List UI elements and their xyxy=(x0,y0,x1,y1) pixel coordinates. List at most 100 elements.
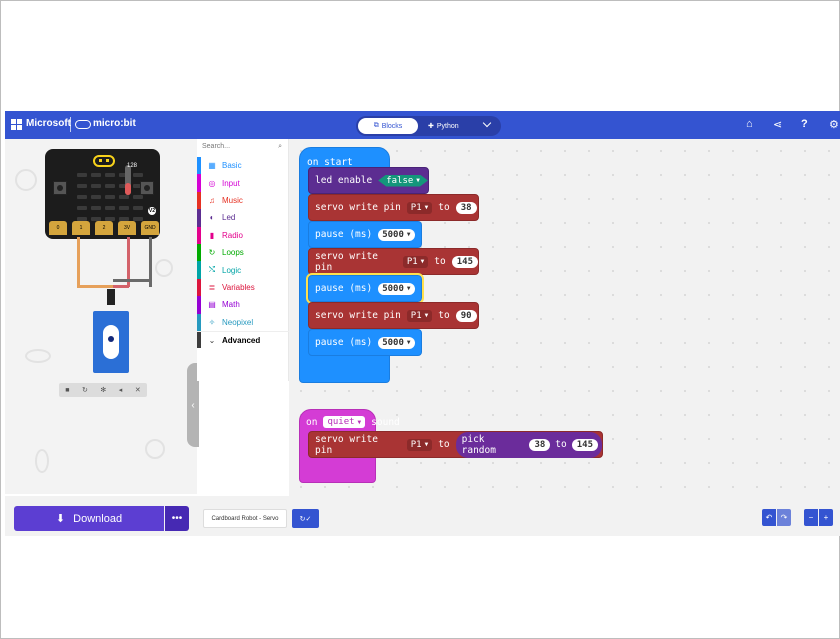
servo-angle-input[interactable]: 90 xyxy=(455,309,477,322)
microbit-brand[interactable]: micro:bit xyxy=(93,118,136,129)
sound-event-dropdown[interactable]: quiet ▼ xyxy=(323,416,366,428)
shuffle-icon: ⤭ xyxy=(208,265,216,275)
led-enable-block[interactable]: led enable false ▼ xyxy=(308,167,429,194)
microbit-board[interactable]: 128 0 1 2 3V GND V2 xyxy=(45,149,160,239)
toolbox-category-basic[interactable]: ▦ Basic xyxy=(197,157,289,175)
undo-icon: ↶ xyxy=(765,513,773,522)
pin-dropdown[interactable]: P1 ▼ xyxy=(406,309,433,322)
editor-toggle: ⧉ Blocks ✚ Python xyxy=(356,116,501,136)
servo-write-block[interactable]: servo write pin P1 ▼ to 90 xyxy=(308,302,479,329)
dropdown-caret-icon: ▼ xyxy=(424,441,429,448)
pin-dropdown[interactable]: P1 ▼ xyxy=(402,255,429,268)
pause-block[interactable]: pause (ms) 5000 ▼ xyxy=(308,329,422,356)
pin[interactable]: 1 xyxy=(72,221,90,235)
toolbox-category-logic[interactable]: ⤭ Logic xyxy=(197,261,289,279)
zoom-out-button[interactable]: − xyxy=(804,509,818,526)
background-doodle xyxy=(145,439,165,459)
boolean-dropdown[interactable]: false ▼ xyxy=(378,175,428,187)
more-options-button[interactable]: ••• xyxy=(165,506,189,531)
tab-python[interactable]: ✚ Python xyxy=(428,118,473,134)
dropdown-caret-icon: ▼ xyxy=(406,285,411,292)
pause-duration-value: 5000 xyxy=(382,337,404,348)
toolbox-category-loops[interactable]: ↻ Loops xyxy=(197,244,289,262)
face-logo-icon[interactable] xyxy=(93,155,115,167)
edge-pins: 0 1 2 3V GND xyxy=(49,221,159,235)
language-dropdown-icon[interactable] xyxy=(482,118,492,128)
toolbox-category-neopixel[interactable]: ✧ Neopixel xyxy=(197,313,289,331)
pin[interactable]: 0 xyxy=(49,221,67,235)
background-doodle xyxy=(15,169,37,191)
redo-button[interactable]: ↷ xyxy=(777,509,791,526)
servo-angle-input[interactable]: 38 xyxy=(455,201,477,214)
toolbox-category-variables[interactable]: ≣ Variables xyxy=(197,278,289,297)
toolbox-category-music[interactable]: ♫ Music xyxy=(197,191,289,210)
download-button[interactable]: ⬇ Download xyxy=(14,506,164,531)
screenshot-frame: Microsoft micro:bit ⧉ Blocks ✚ Python ⌂ … xyxy=(0,0,840,639)
button-a[interactable] xyxy=(53,181,67,195)
pin-dropdown[interactable]: P1 ▼ xyxy=(406,438,433,451)
pause-block[interactable]: pause (ms) 5000 ▼ xyxy=(308,221,422,248)
on-sound-header: on quiet ▼ sound xyxy=(306,416,400,428)
search-icon[interactable]: ⌕ xyxy=(278,143,282,151)
random-to-input[interactable]: 145 xyxy=(571,438,598,451)
random-to-label: to xyxy=(555,439,567,450)
pick-random-block[interactable]: pick random 38 to 145 xyxy=(455,431,602,458)
servo-write-block[interactable]: servo write pin P1 ▼ to 38 xyxy=(308,194,479,221)
calculator-icon: ▤ xyxy=(208,300,216,310)
pin[interactable]: 2 xyxy=(95,221,113,235)
pin-dropdown[interactable]: P1 ▼ xyxy=(406,201,433,214)
pin[interactable]: GND xyxy=(141,221,159,235)
tab-blocks[interactable]: ⧉ Blocks xyxy=(358,118,418,134)
toolbox-category-radio[interactable]: ▮ Radio xyxy=(197,226,289,244)
tab-blocks-label: Blocks xyxy=(381,122,403,130)
pick-random-label: pick random xyxy=(461,433,496,456)
servo-write-block[interactable]: servo write pin P1 ▼ to 145 xyxy=(308,248,479,275)
random-from-input[interactable]: 38 xyxy=(529,438,551,451)
toolbox-search-placeholder: Search... xyxy=(202,143,231,150)
github-save-icon: ↻✓ xyxy=(299,515,312,523)
dropdown-caret-icon: ▼ xyxy=(357,418,362,426)
home-icon[interactable]: ⌂ xyxy=(746,118,753,130)
mute-icon[interactable]: ◂ xyxy=(119,386,123,394)
temperature-value: 128 xyxy=(127,163,138,169)
toolbox-category-advanced[interactable]: ⌄ Advanced xyxy=(197,331,289,349)
toolbox-category-led[interactable]: ◐ Led xyxy=(197,209,289,227)
toggle-icon: ◐ xyxy=(209,213,215,223)
servo-write-random-block[interactable]: servo write pin P1 ▼ to pick random 38 to… xyxy=(308,431,603,458)
blocks-icon: ⧉ xyxy=(373,122,379,129)
pause-duration-dropdown[interactable]: 5000 ▼ xyxy=(378,336,415,349)
toolbox-search[interactable]: Search... ⌕ xyxy=(202,143,282,155)
button-b[interactable] xyxy=(140,181,154,195)
share-icon[interactable]: ⋖ xyxy=(773,118,782,131)
slowmo-icon[interactable]: ✻ xyxy=(100,386,106,394)
help-icon[interactable]: ? xyxy=(801,118,808,130)
undo-button[interactable]: ↶ xyxy=(762,509,776,526)
temperature-slider[interactable] xyxy=(125,165,131,195)
pause-block[interactable]: pause (ms) 5000 ▼ xyxy=(306,273,424,304)
dropdown-caret-icon: ▼ xyxy=(416,177,420,184)
signal-icon: ▮ xyxy=(209,230,215,240)
settings-icon[interactable]: ⚙ xyxy=(829,118,839,131)
toolbox-category-math[interactable]: ▤ Math xyxy=(197,296,289,314)
category-color-bar xyxy=(197,226,201,244)
zoom-in-button[interactable]: + xyxy=(819,509,833,526)
background-doodle xyxy=(25,349,51,363)
save-button[interactable]: ↻✓ xyxy=(292,509,319,528)
toolbox-category-input[interactable]: ◎ Input xyxy=(197,174,289,192)
category-color-bar xyxy=(197,174,201,192)
project-name-input[interactable]: Cardboard Robot - Servo xyxy=(203,509,287,528)
restart-icon[interactable]: ↻ xyxy=(82,386,88,394)
fullscreen-icon[interactable]: ✕ xyxy=(135,386,141,394)
pin[interactable]: 3V xyxy=(118,221,136,235)
pause-duration-dropdown[interactable]: 5000 ▼ xyxy=(378,282,415,295)
servo-angle-input[interactable]: 145 xyxy=(451,255,478,268)
background-doodle xyxy=(35,449,49,473)
microsoft-brand[interactable]: Microsoft xyxy=(26,118,71,129)
blocks-workspace[interactable]: on start led enable false ▼ servo write p… xyxy=(289,139,840,496)
python-icon: ✚ xyxy=(428,123,434,130)
headphones-icon: ♫ xyxy=(209,195,215,205)
stop-icon[interactable]: ■ xyxy=(65,387,69,394)
category-color-bar xyxy=(197,191,201,210)
toolbox: Search... ⌕ ▦ Basic ◎ Input ♫ Music ◐ Led ▮ Radio… xyxy=(197,139,289,381)
pause-duration-dropdown[interactable]: 5000 ▼ xyxy=(378,228,415,241)
